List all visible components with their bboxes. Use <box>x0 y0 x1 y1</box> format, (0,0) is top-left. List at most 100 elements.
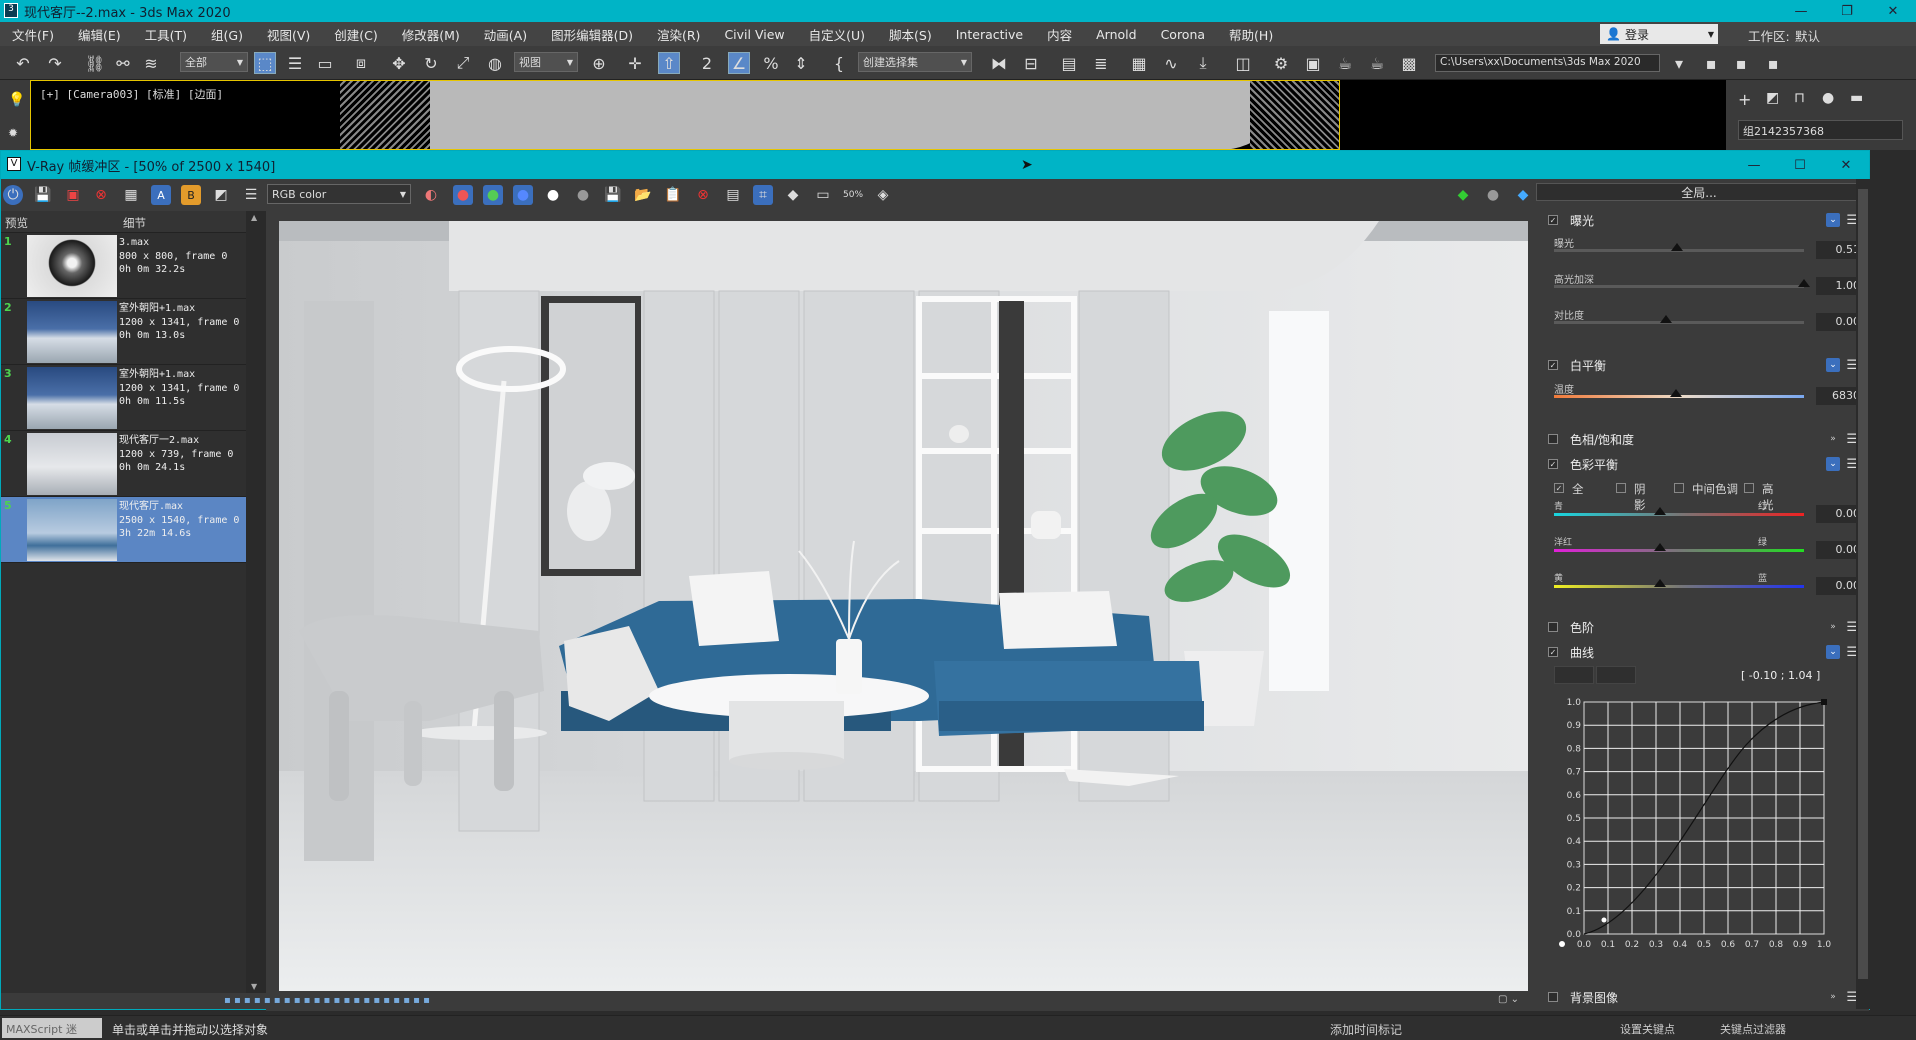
render-last-icon[interactable]: ◆ <box>1513 185 1533 205</box>
curve-editor-icon[interactable]: ∿ <box>1160 52 1182 74</box>
layer-explorer-icon[interactable]: ≣ <box>1090 52 1112 74</box>
highlights-checkbox[interactable] <box>1744 483 1754 493</box>
rect-selection-icon[interactable]: ▭ <box>314 52 336 74</box>
bind-spacewarp-icon[interactable]: ≋ <box>140 52 162 74</box>
select-object-icon[interactable]: ⬚ <box>254 52 276 74</box>
delete-icon[interactable]: ⊗ <box>91 185 111 205</box>
snaps-toggle-icon[interactable]: 2 <box>696 52 718 74</box>
expand-icon[interactable]: » <box>1826 990 1840 1004</box>
material-editor-icon[interactable]: ◫ <box>1232 52 1254 74</box>
display-tab-icon[interactable]: ▬ <box>1850 90 1863 106</box>
track-mouse-icon[interactable]: ▤ <box>723 185 743 205</box>
modify-tab-icon[interactable]: ◩ <box>1766 90 1779 106</box>
compare-horizontal-icon[interactable]: ◩ <box>211 185 231 205</box>
unlink-icon[interactable]: ⚯ <box>112 52 134 74</box>
curve-point[interactable] <box>1601 917 1607 923</box>
region-render-icon[interactable]: ⌗ <box>753 185 773 205</box>
curve-point-top[interactable] <box>1821 699 1827 705</box>
percent-snap-icon[interactable]: % <box>760 52 782 74</box>
light-bulb-icon[interactable]: 💡 <box>8 92 25 108</box>
rendered-image[interactable] <box>279 221 1528 991</box>
scroll-up-icon[interactable]: ▲ <box>251 213 257 222</box>
move-icon[interactable]: ✥ <box>388 52 410 74</box>
project-path-field[interactable]: C:\Users\xx\Documents\3ds Max 2020 <box>1435 54 1660 72</box>
scene-explorer-icon[interactable]: ▤ <box>1058 52 1080 74</box>
contrast-slider-track[interactable] <box>1554 321 1804 324</box>
menu-create[interactable]: 创建(C) <box>322 25 389 44</box>
inherit-container-icon[interactable]: ▪ <box>1762 52 1784 74</box>
cyan-red-slider-track[interactable] <box>1554 513 1804 516</box>
render-production-icon[interactable]: ☕ <box>1334 52 1356 74</box>
collapse-icon[interactable]: ⌄ <box>1826 457 1840 471</box>
object-name-field[interactable]: 组2142357368 <box>1738 120 1903 140</box>
set-key-button[interactable]: 设置关键点 <box>1620 1021 1675 1037</box>
menu-rendering[interactable]: 渲染(R) <box>645 25 712 44</box>
vfb-minimize-icon[interactable]: — <box>1731 154 1777 176</box>
render-iterative-icon[interactable]: ☕ <box>1366 52 1388 74</box>
menu-edit[interactable]: 编辑(E) <box>66 25 133 44</box>
scale-icon[interactable]: ⤢ <box>452 52 474 74</box>
motion-tab-icon[interactable]: ● <box>1822 90 1834 106</box>
rotate-icon[interactable]: ↻ <box>420 52 442 74</box>
interactive-render-icon[interactable]: ◆ <box>1453 185 1473 205</box>
menu-content[interactable]: 内容 <box>1035 25 1084 44</box>
exposure-slider-thumb[interactable] <box>1671 243 1683 251</box>
render-in-cloud-icon[interactable]: ▩ <box>1398 52 1420 74</box>
history-item[interactable]: 4 现代客厅一2.max 1200 x 739, frame 0 0h 0m 2… <box>1 431 246 497</box>
menu-graph-editors[interactable]: 图形编辑器(D) <box>539 25 645 44</box>
pivot-center-icon[interactable]: ⊕ <box>588 52 610 74</box>
render-view[interactable] <box>266 211 1536 993</box>
magenta-green-slider-thumb[interactable] <box>1654 543 1666 551</box>
curve-input-x[interactable] <box>1554 666 1594 684</box>
create-tab-icon[interactable]: + <box>1738 90 1751 109</box>
collapse-icon[interactable]: ⌄ <box>1826 358 1840 372</box>
window-crossing-icon[interactable]: ⧈ <box>350 52 372 74</box>
collapse-icon[interactable]: ⌄ <box>1826 645 1840 659</box>
menu-corona[interactable]: Corona <box>1149 27 1217 42</box>
levels-section-header[interactable]: 色阶 » ☰ <box>1548 617 1858 637</box>
keyboard-shortcut-icon[interactable]: ⇧ <box>658 52 680 74</box>
color-balance-section-header[interactable]: ✓ 色彩平衡 ⌄ ☰ <box>1548 454 1858 474</box>
curves-section-header[interactable]: ✓ 曲线 ⌄ ☰ <box>1548 642 1858 662</box>
spinner-snap-icon[interactable]: ⇕ <box>790 52 812 74</box>
magenta-green-slider-track[interactable] <box>1554 549 1804 552</box>
menu-views[interactable]: 视图(V) <box>255 25 322 44</box>
white-balance-section-header[interactable]: ✓ 白平衡 ⌄ ☰ <box>1548 355 1858 375</box>
exposure-checkbox[interactable]: ✓ <box>1548 215 1558 225</box>
named-selection-set-dropdown[interactable]: 创建选择集 ▼ <box>858 52 972 72</box>
vfb-close-icon[interactable]: ✕ <box>1823 154 1869 176</box>
blue-channel-icon[interactable]: ● <box>513 185 533 205</box>
exposure-section-header[interactable]: ✓ 曝光 ⌄ ☰ <box>1548 210 1858 230</box>
expand-icon[interactable]: » <box>1826 620 1840 634</box>
container-icon[interactable]: ▪ <box>1700 52 1722 74</box>
compare-icon[interactable]: ▦ <box>121 185 141 205</box>
menu-scripting[interactable]: 脚本(S) <box>877 25 944 44</box>
close-icon[interactable]: ✕ <box>1870 0 1916 22</box>
toggle-ribbon-icon[interactable]: ▦ <box>1128 52 1150 74</box>
minimize-icon[interactable]: — <box>1778 0 1824 22</box>
load-image-icon[interactable]: 📂 <box>633 185 653 205</box>
save-image-icon[interactable]: 💾 <box>33 185 53 205</box>
viewport-camera003[interactable]: [+] [Camera003] [标准] [边面] <box>30 80 1726 150</box>
curves-checkbox[interactable]: ✓ <box>1548 647 1558 657</box>
mono-channel-icon[interactable]: ● <box>573 185 593 205</box>
ref-coord-dropdown[interactable]: 视图 ▼ <box>514 52 578 72</box>
menu-arnold[interactable]: Arnold <box>1084 27 1148 42</box>
green-channel-icon[interactable]: ● <box>483 185 503 205</box>
history-preview-header[interactable]: 预览 <box>5 215 28 231</box>
place-icon[interactable]: ◍ <box>484 52 506 74</box>
menu-icon[interactable]: ☰ <box>241 185 261 205</box>
menu-modifiers[interactable]: 修改器(M) <box>390 25 472 44</box>
save-all-icon[interactable]: ▣ <box>63 185 83 205</box>
select-by-name-icon[interactable]: ☰ <box>284 52 306 74</box>
ab-a-icon[interactable]: A <box>151 185 171 205</box>
rendered-frame-window-icon[interactable]: ▣ <box>1302 52 1324 74</box>
history-details-header[interactable]: 细节 <box>123 215 146 231</box>
alpha-channel-icon[interactable]: ● <box>543 185 563 205</box>
link-icon[interactable]: ⛓ <box>84 52 106 74</box>
scroll-down-icon[interactable]: ▼ <box>251 982 257 991</box>
history-item[interactable]: 3 室外朝阳+1.max 1200 x 1341, frame 0 0h 0m … <box>1 365 246 431</box>
menu-group[interactable]: 组(G) <box>199 25 255 44</box>
panel-scrollbar[interactable] <box>1856 179 1870 1009</box>
selection-filter-dropdown[interactable]: 全部 ▼ <box>180 52 248 72</box>
